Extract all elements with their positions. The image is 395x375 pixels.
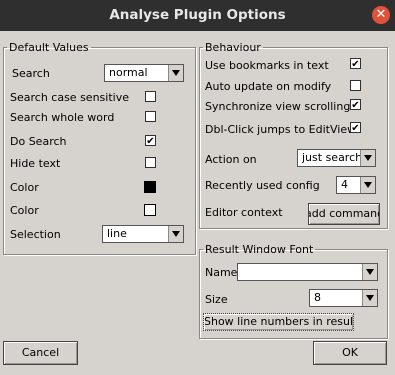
recent-config-select[interactable]: 4	[336, 176, 376, 194]
title-bar: Analyse Plugin Options ✕	[0, 0, 395, 31]
selection-select[interactable]: line	[102, 225, 184, 243]
color-swatch-white[interactable]	[144, 204, 156, 216]
default-values-legend: Default Values	[9, 41, 89, 54]
add-command-button[interactable]: add command	[308, 203, 380, 225]
search-mode-select[interactable]: normal	[104, 64, 184, 82]
chevron-down-icon	[172, 70, 180, 76]
sync-scrolling-label: Synchronize view scrolling	[205, 100, 351, 113]
action-on-label: Action on	[205, 153, 257, 166]
chevron-down-icon	[364, 182, 372, 188]
selection-label: Selection	[10, 228, 61, 241]
dblclick-label: Dbl-Click jumps to EditView	[205, 123, 357, 136]
cancel-button-label: Cancel	[21, 346, 60, 359]
recent-config-dropdown-button[interactable]	[360, 177, 375, 193]
font-name-dropdown-button[interactable]	[362, 264, 377, 280]
cancel-button[interactable]: Cancel	[3, 341, 78, 365]
do-search-label: Do Search	[10, 135, 67, 148]
show-line-numbers-label: Show line numbers in result	[204, 315, 354, 328]
recent-config-label: Recently used config	[205, 179, 320, 192]
selection-value: line	[107, 227, 127, 240]
action-on-select[interactable]: just search	[297, 149, 376, 167]
hide-text-label: Hide text	[10, 157, 61, 170]
bookmarks-label: Use bookmarks in text	[205, 59, 329, 72]
search-whole-label: Search whole word	[10, 111, 115, 124]
search-mode-value: normal	[109, 66, 148, 79]
close-icon[interactable]: ✕	[372, 6, 390, 24]
action-on-dropdown-button[interactable]	[360, 150, 375, 166]
dblclick-checkbox[interactable]	[350, 122, 361, 133]
font-size-dropdown-button[interactable]	[362, 290, 377, 306]
font-size-select[interactable]: 8	[309, 289, 378, 307]
ok-button-label: OK	[342, 346, 358, 359]
color-label-1: Color	[10, 181, 39, 194]
color-swatch-black[interactable]	[144, 181, 156, 193]
search-mode-dropdown-button[interactable]	[168, 65, 183, 81]
search-case-label: Search case sensitive	[10, 91, 129, 104]
ok-button[interactable]: OK	[313, 341, 387, 365]
auto-update-label: Auto update on modify	[205, 80, 332, 93]
selection-dropdown-button[interactable]	[168, 226, 183, 242]
sync-scrolling-checkbox[interactable]	[350, 99, 361, 110]
font-name-select[interactable]	[237, 263, 378, 281]
search-whole-checkbox[interactable]	[145, 111, 156, 122]
chevron-down-icon	[364, 155, 372, 161]
action-on-value: just search	[302, 151, 363, 164]
bookmarks-checkbox[interactable]	[350, 58, 361, 69]
do-search-checkbox[interactable]	[145, 135, 156, 146]
show-line-numbers-button[interactable]: Show line numbers in result	[203, 313, 354, 331]
font-size-label: Size	[205, 293, 228, 306]
window-title: Analyse Plugin Options	[109, 7, 286, 23]
recent-config-value: 4	[341, 178, 348, 191]
chevron-down-icon	[172, 231, 180, 237]
search-case-checkbox[interactable]	[145, 91, 156, 102]
dialog-body: Default Values Search normal Search case…	[0, 31, 395, 375]
auto-update-checkbox[interactable]	[350, 80, 361, 91]
chevron-down-icon	[366, 295, 374, 301]
chevron-down-icon	[366, 269, 374, 275]
result-font-legend: Result Window Font	[205, 243, 314, 256]
add-command-button-label: add command	[308, 207, 380, 220]
editor-context-label: Editor context	[205, 206, 283, 219]
behaviour-legend: Behaviour	[205, 41, 261, 54]
search-label: Search	[12, 67, 50, 80]
font-name-label: Name	[205, 266, 238, 279]
color-label-2: Color	[10, 204, 39, 217]
font-size-value: 8	[314, 291, 321, 304]
hide-text-checkbox[interactable]	[145, 157, 156, 168]
